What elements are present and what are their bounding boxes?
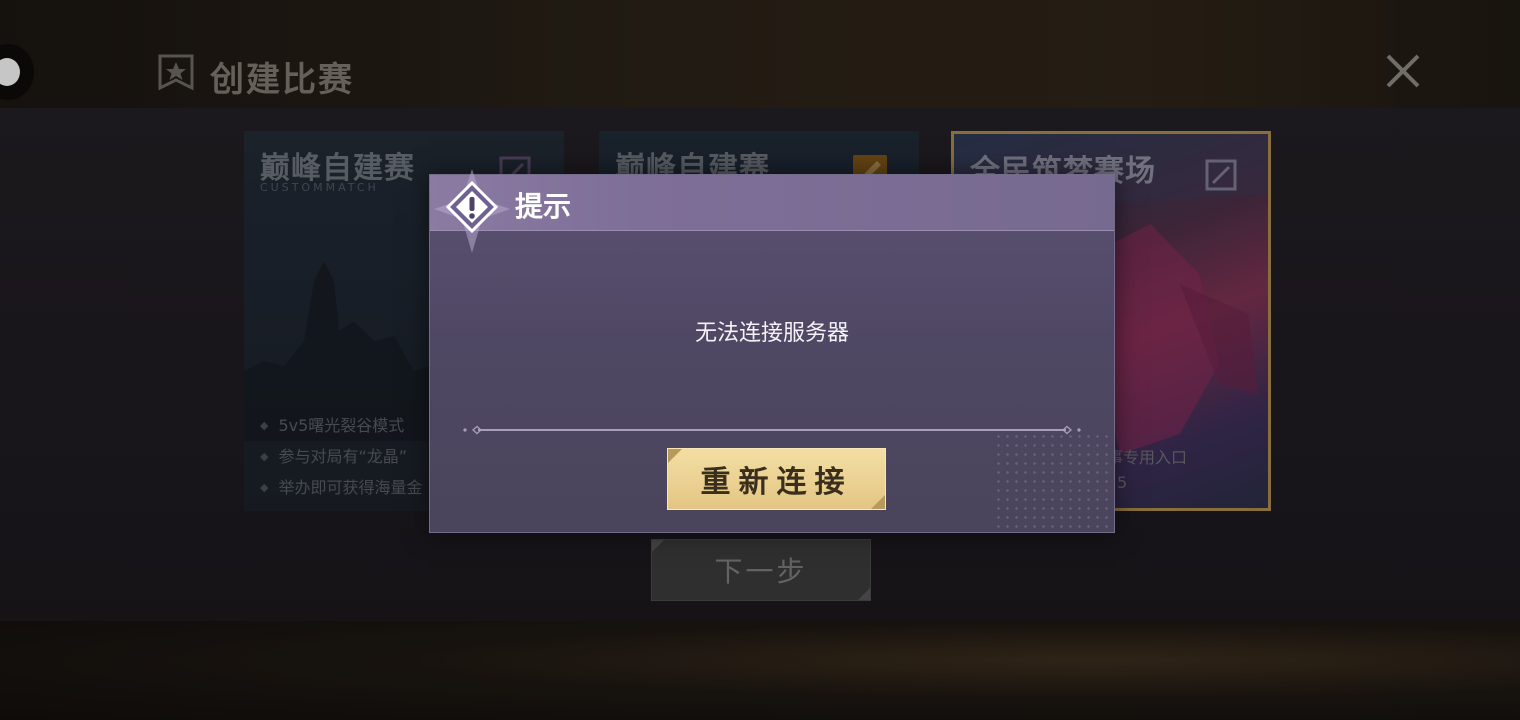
reconnect-button[interactable]: 重新连接 <box>667 448 886 510</box>
exclamation-diamond-icon <box>434 169 510 253</box>
dialog-title: 提示 <box>515 190 572 223</box>
decorative-dots <box>994 432 1114 532</box>
dialog-message: 无法连接服务器 <box>694 321 849 346</box>
divider <box>463 425 1081 435</box>
connection-error-dialog: 提示 无法连接服务器 重新连接 <box>429 169 1115 533</box>
